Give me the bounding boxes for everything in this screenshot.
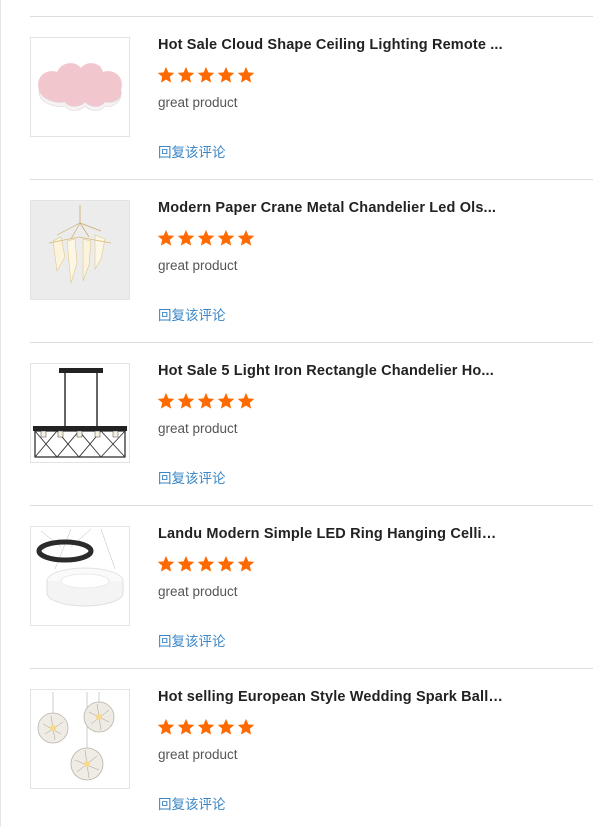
star-icon	[177, 718, 195, 735]
reply-link[interactable]: 回复该评论	[158, 467, 226, 487]
star-icon	[197, 392, 215, 409]
pink-cloud-ceiling-lamp-image	[38, 63, 122, 111]
star-icon	[237, 555, 255, 572]
led-ring-pendant-image	[36, 528, 124, 607]
paper-crane-chandelier-image	[31, 201, 129, 299]
review-item: Landu Modern Simple LED Ring Hanging Cel…	[30, 505, 593, 668]
star-icon	[177, 66, 195, 83]
star-icon	[157, 392, 175, 409]
star-icon	[237, 229, 255, 246]
product-thumbnail[interactable]	[30, 37, 130, 137]
star-icon	[197, 555, 215, 572]
review-item: Hot Sale Cloud Shape Ceiling Lighting Re…	[30, 16, 593, 179]
star-icon	[157, 718, 175, 735]
star-icon	[217, 718, 235, 735]
product-title[interactable]: Hot selling European Style Wedding Spark…	[158, 689, 503, 705]
star-rating	[157, 229, 255, 247]
star-icon	[237, 392, 255, 409]
review-item: Modern Paper Crane Metal Chandelier Led …	[30, 179, 593, 342]
product-thumbnail[interactable]	[30, 526, 130, 626]
review-comment: great product	[158, 258, 238, 273]
star-icon	[217, 66, 235, 83]
star-icon	[197, 66, 215, 83]
star-icon	[197, 229, 215, 246]
product-title[interactable]: Hot Sale 5 Light Iron Rectangle Chandeli…	[158, 363, 503, 379]
star-icon	[197, 718, 215, 735]
review-item: Hot selling European Style Wedding Spark…	[30, 668, 593, 831]
reply-link[interactable]: 回复该评论	[158, 304, 226, 324]
product-thumbnail[interactable]	[30, 363, 130, 463]
star-icon	[157, 66, 175, 83]
reply-link[interactable]: 回复该评论	[158, 630, 226, 650]
star-rating	[157, 718, 255, 736]
star-icon	[217, 229, 235, 246]
star-icon	[157, 555, 175, 572]
star-icon	[177, 555, 195, 572]
star-icon	[157, 229, 175, 246]
star-icon	[177, 392, 195, 409]
star-icon	[217, 555, 235, 572]
review-list: Hot Sale Cloud Shape Ceiling Lighting Re…	[30, 16, 593, 831]
product-title[interactable]: Modern Paper Crane Metal Chandelier Led …	[158, 200, 503, 216]
reply-link[interactable]: 回复该评论	[158, 141, 226, 161]
left-divider	[0, 0, 1, 827]
product-title[interactable]: Landu Modern Simple LED Ring Hanging Cel…	[158, 526, 503, 542]
spark-ball-pendants-image	[37, 692, 115, 781]
product-thumbnail[interactable]	[30, 200, 130, 300]
review-item: Hot Sale 5 Light Iron Rectangle Chandeli…	[30, 342, 593, 505]
review-comment: great product	[158, 584, 238, 599]
review-comment: great product	[158, 747, 238, 762]
star-rating	[157, 66, 255, 84]
reply-link[interactable]: 回复该评论	[158, 793, 226, 813]
review-comment: great product	[158, 421, 238, 436]
star-rating	[157, 392, 255, 410]
star-icon	[237, 66, 255, 83]
product-thumbnail[interactable]	[30, 689, 130, 789]
star-icon	[237, 718, 255, 735]
star-icon	[217, 392, 235, 409]
star-rating	[157, 555, 255, 573]
iron-rectangle-chandelier-image	[33, 368, 127, 458]
star-icon	[177, 229, 195, 246]
product-title[interactable]: Hot Sale Cloud Shape Ceiling Lighting Re…	[158, 37, 503, 53]
review-comment: great product	[158, 95, 238, 110]
